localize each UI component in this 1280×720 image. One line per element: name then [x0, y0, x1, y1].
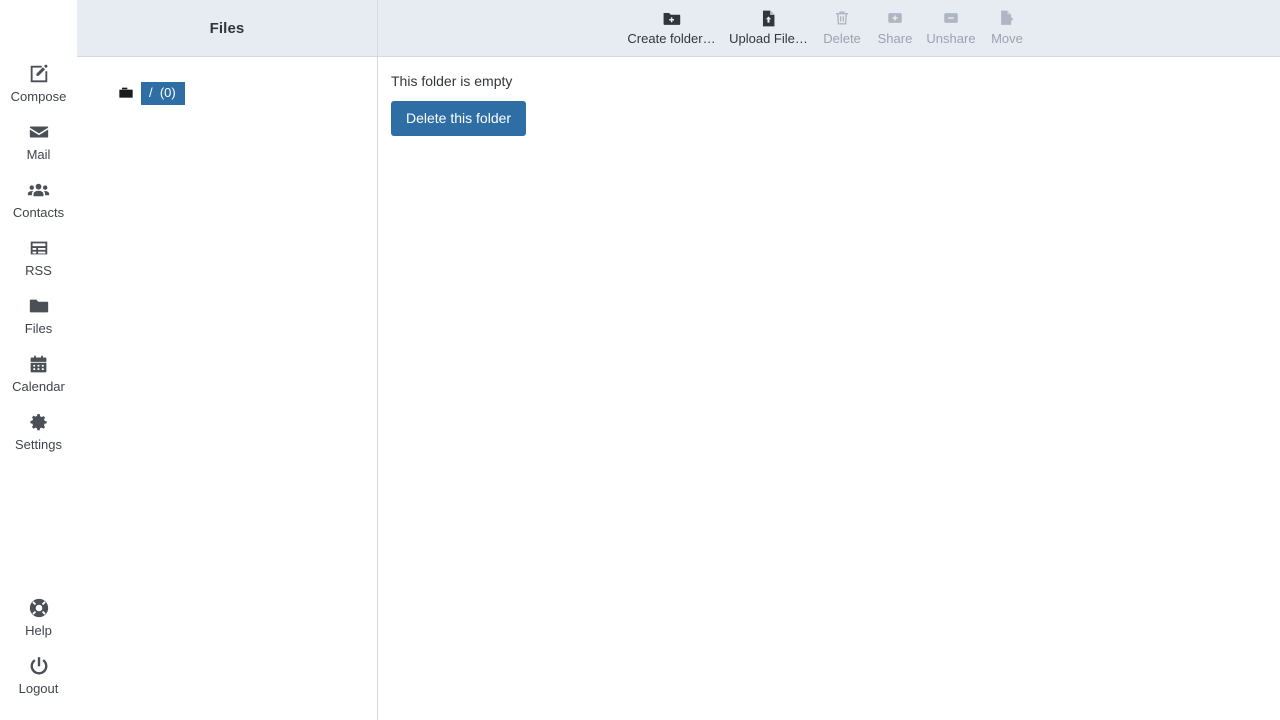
toolbar-button-label: Delete [823, 31, 861, 46]
sidebar-item-label: Help [25, 623, 52, 638]
empty-folder-message: This folder is empty [391, 73, 513, 89]
power-icon [28, 654, 50, 678]
file-actions-toolbar: Create folder… Upload File… Delete Share… [623, 5, 1035, 46]
folder-label: / (0) [141, 81, 185, 105]
lifebuoy-icon [28, 596, 50, 620]
sidebar-item-label: Compose [10, 89, 67, 104]
app-root: Compose Mail Contacts RSS Files Calendar… [0, 0, 1280, 720]
toolbar-button-label: Share [877, 31, 913, 46]
sidebar-item-label: Files [24, 321, 53, 336]
rss-list-icon [28, 236, 50, 260]
unshare-button[interactable]: Unshare [923, 5, 979, 46]
sidebar-item-logout[interactable]: Logout [0, 654, 77, 712]
toolbar-button-label: Create folder… [627, 31, 716, 46]
sidebar-item-rss[interactable]: RSS [0, 236, 77, 294]
sidebar-item-files[interactable]: Files [0, 294, 77, 352]
sidebar-item-label: Calendar [12, 379, 65, 394]
list-panel-header: Files [77, 0, 378, 56]
compose-icon [28, 62, 50, 86]
move-button[interactable]: Move [979, 5, 1035, 46]
folder-icon [118, 85, 138, 101]
sidebar-item-label: Logout [18, 681, 59, 696]
square-plus-icon [886, 8, 904, 28]
top-header-bar: Files Create folder… Upload File… Delete… [77, 0, 1280, 57]
sidebar-item-label: RSS [25, 263, 52, 278]
sidebar-item-calendar[interactable]: Calendar [0, 352, 77, 410]
toolbar-container: Create folder… Upload File… Delete Share… [378, 0, 1280, 56]
sidebar-item-label: Settings [15, 437, 62, 452]
page-title: Files [209, 19, 245, 37]
toolbar-button-label: Move [991, 31, 1023, 46]
share-button[interactable]: Share [867, 5, 923, 46]
upload-file-button[interactable]: Upload File… [720, 5, 817, 46]
calendar-icon [28, 352, 49, 376]
toolbar-button-label: Upload File… [729, 31, 808, 46]
trash-icon [833, 8, 851, 28]
sidebar-item-help[interactable]: Help [0, 596, 77, 654]
file-move-icon [998, 8, 1017, 28]
primary-nav-rail: Compose Mail Contacts RSS Files Calendar… [0, 0, 77, 720]
main-content: This folder is empty Delete this folder [379, 57, 1280, 720]
sidebar-item-mail[interactable]: Mail [0, 120, 77, 178]
sidebar-item-label: Contacts [12, 205, 65, 220]
folder-icon [28, 294, 50, 318]
nav-top-group: Compose Mail Contacts RSS Files Calendar… [0, 0, 77, 468]
delete-button[interactable]: Delete [817, 5, 867, 46]
create-folder-button[interactable]: Create folder… [623, 5, 720, 46]
sidebar-item-settings[interactable]: Settings [0, 410, 77, 468]
square-minus-icon [942, 8, 960, 28]
gear-icon [28, 410, 49, 434]
envelope-icon [28, 120, 50, 144]
people-icon [27, 178, 50, 202]
delete-this-folder-button[interactable]: Delete this folder [391, 101, 527, 136]
sidebar-item-contacts[interactable]: Contacts [0, 178, 77, 236]
nav-bottom-group: Help Logout [0, 596, 77, 712]
toolbar-button-label: Unshare [926, 31, 976, 46]
list-item[interactable]: / (0) [77, 80, 377, 106]
folder-plus-icon [662, 8, 681, 28]
sidebar-item-label: Mail [26, 147, 51, 162]
file-upload-icon [759, 8, 778, 28]
folder-list-panel: / (0) [77, 57, 378, 720]
sidebar-item-compose[interactable]: Compose [0, 62, 77, 120]
